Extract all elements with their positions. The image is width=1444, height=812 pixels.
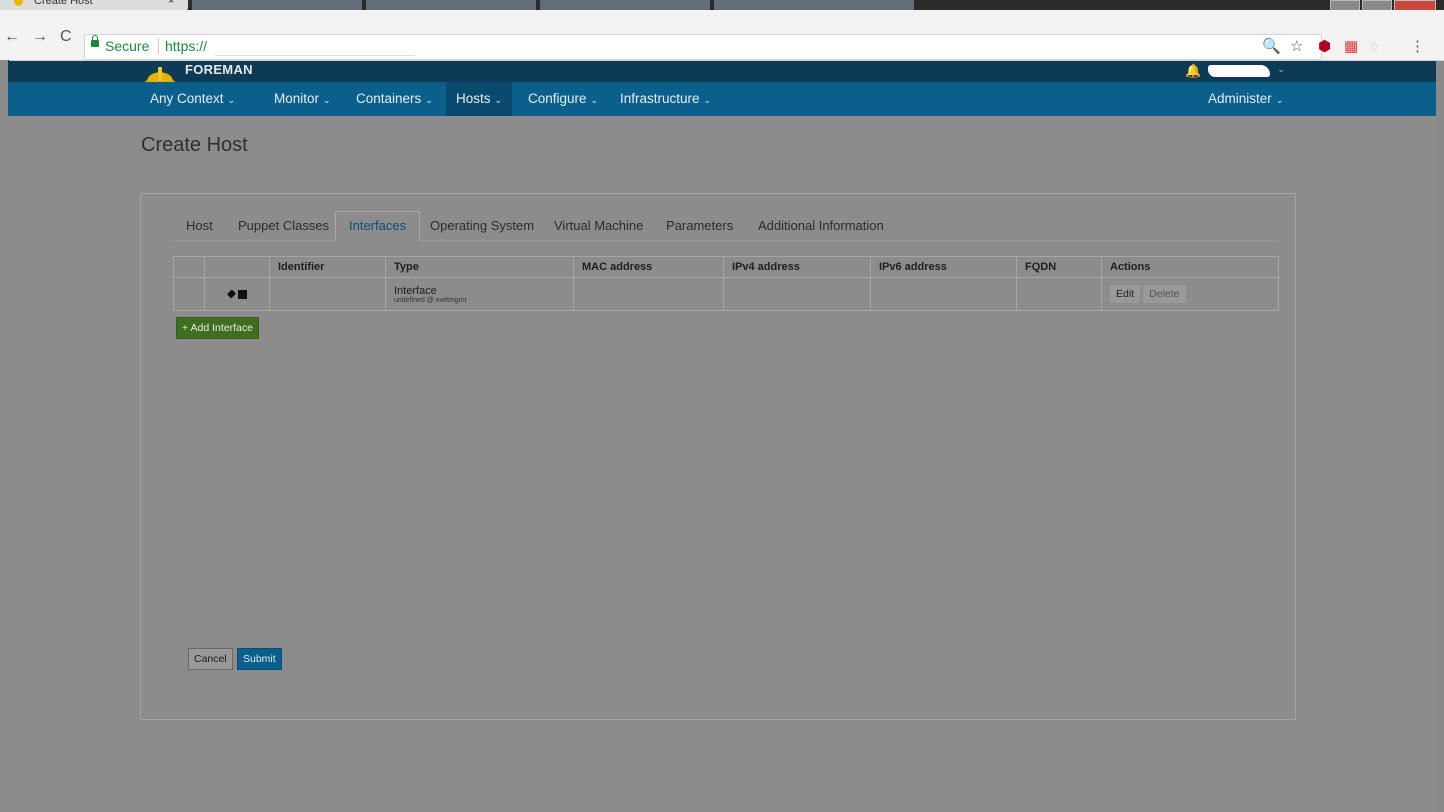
tab-additional-information[interactable]: Additional Information: [745, 212, 897, 240]
browser-tab-strip: Create Host ×: [0, 0, 1444, 10]
mac-cell: [573, 277, 724, 311]
nav-administer[interactable]: Administer ⌄: [1198, 82, 1293, 116]
main-nav: Any Context ⌄ Monitor ⌄ Containers ⌄ Hosts ⌄…: [8, 82, 1436, 116]
browser-tab-inactive[interactable]: [366, 0, 536, 10]
zoom-icon[interactable]: 🔍: [1262, 38, 1281, 56]
browser-tab-active[interactable]: Create Host ×: [0, 0, 188, 10]
chevron-down-icon: ⌄: [494, 95, 503, 105]
maximize-icon[interactable]: [1362, 0, 1392, 10]
edit-interface-button[interactable]: Edit: [1110, 285, 1141, 303]
type-cell: Interface undefined @ ovirtmgmt: [385, 277, 574, 311]
ipv6-cell: [870, 277, 1017, 311]
user-avatar-redacted[interactable]: [1208, 65, 1270, 77]
type-detail: undefined @ ovirtmgmt: [394, 296, 467, 304]
notification-bell-icon[interactable]: 🔔: [1185, 63, 1201, 79]
window-controls: [1330, 0, 1436, 10]
browser-tab-inactive[interactable]: [192, 0, 362, 10]
chevron-down-icon: ⌄: [323, 95, 331, 105]
create-host-form: Host Puppet Classes Interfaces Operating…: [140, 193, 1296, 720]
submit-button[interactable]: Submit: [237, 648, 282, 670]
row-flags-cell: [204, 277, 270, 311]
type-label: Interface: [394, 284, 437, 297]
browser-tab-title: Create Host: [34, 0, 93, 7]
tab-puppet-classes[interactable]: Puppet Classes: [225, 212, 342, 240]
url-redaction: [215, 37, 415, 56]
column-header-ipv6: IPv6 address: [870, 256, 1017, 278]
column-header-fqdn: FQDN: [1016, 256, 1102, 278]
bookmark-star-icon[interactable]: ☆: [1290, 38, 1303, 56]
chevron-down-icon: ⌄: [590, 95, 599, 105]
column-header-mac: MAC address: [573, 256, 724, 278]
secure-label: Secure: [105, 38, 150, 54]
extension-badge-icon[interactable]: ▦: [1344, 38, 1358, 56]
add-interface-button[interactable]: + Add Interface: [176, 317, 259, 339]
chevron-down-icon[interactable]: ⌄: [1277, 64, 1285, 75]
primary-tag-icon: [226, 289, 236, 299]
chevron-down-icon: ⌄: [227, 95, 236, 105]
minimize-icon[interactable]: [1330, 0, 1360, 10]
row-cell: [173, 277, 205, 311]
lock-icon: [91, 35, 99, 47]
nav-hosts[interactable]: Hosts ⌄: [446, 82, 513, 116]
browser-tab-close-icon[interactable]: ×: [168, 0, 174, 7]
tab-virtual-machine[interactable]: Virtual Machine: [541, 212, 656, 240]
tab-parameters[interactable]: Parameters: [653, 212, 746, 240]
menu-kebab-icon[interactable]: ⋮: [1410, 38, 1425, 56]
foreman-favicon-icon: [14, 0, 23, 6]
window-close-icon[interactable]: [1394, 0, 1436, 10]
delete-interface-button[interactable]: Delete: [1143, 285, 1186, 303]
column-header-type: Type: [385, 256, 574, 278]
fqdn-cell: [1016, 277, 1102, 311]
provision-icon: [237, 289, 247, 299]
back-icon[interactable]: ←: [4, 27, 20, 47]
browser-tab-inactive[interactable]: [714, 0, 914, 10]
identifier-cell: [269, 277, 386, 311]
url-text[interactable]: https://: [165, 38, 207, 54]
page-title: Create Host: [141, 134, 248, 156]
brand-bar: FOREMAN 🔔 ⌄: [8, 61, 1436, 88]
actions-cell: Edit Delete: [1101, 277, 1279, 311]
chevron-down-icon: ⌄: [703, 95, 712, 105]
column-header-identifier: Identifier: [269, 256, 386, 278]
forward-icon[interactable]: →: [32, 27, 48, 47]
column-header: [173, 256, 205, 278]
brand-name[interactable]: FOREMAN: [185, 62, 253, 77]
column-header-ipv4: IPv4 address: [723, 256, 871, 278]
nav-monitor[interactable]: Monitor ⌄: [264, 82, 341, 116]
chevron-down-icon: ⌄: [1275, 95, 1284, 105]
extension-icon[interactable]: ◌: [1370, 38, 1379, 56]
divider: [158, 38, 159, 54]
ublock-extension-icon[interactable]: ⬢: [1318, 38, 1331, 56]
table-header-row: Identifier Type MAC address IPv4 address…: [173, 256, 1279, 278]
form-tabs: Host Puppet Classes Interfaces Operating…: [173, 211, 1277, 241]
nav-configure[interactable]: Configure ⌄: [518, 82, 608, 116]
nav-containers[interactable]: Containers ⌄: [346, 82, 443, 116]
cancel-button[interactable]: Cancel: [188, 648, 233, 670]
table-row: Interface undefined @ ovirtmgmt Edit Del…: [173, 277, 1279, 311]
nav-infrastructure[interactable]: Infrastructure ⌄: [610, 82, 721, 116]
browser-tab-inactive[interactable]: [540, 0, 710, 10]
main-content: Create Host Host Puppet Classes Interfac…: [8, 116, 1436, 812]
column-header: [204, 256, 270, 278]
tab-host[interactable]: Host: [173, 212, 226, 240]
interfaces-table: Identifier Type MAC address IPv4 address…: [173, 256, 1279, 311]
tab-operating-system[interactable]: Operating System: [417, 212, 547, 240]
ipv4-cell: [723, 277, 871, 311]
tab-interfaces[interactable]: Interfaces: [335, 211, 421, 241]
column-header-actions: Actions: [1101, 256, 1279, 278]
reload-icon[interactable]: C: [60, 27, 72, 47]
browser-toolbar: ← → C Secure https:// 🔍 ☆ ⬢ ▦ ◌ ⋮: [0, 10, 1444, 61]
nav-any-context[interactable]: Any Context ⌄: [140, 82, 245, 116]
address-bar[interactable]: Secure https://: [84, 34, 1322, 60]
chevron-down-icon: ⌄: [425, 95, 433, 105]
